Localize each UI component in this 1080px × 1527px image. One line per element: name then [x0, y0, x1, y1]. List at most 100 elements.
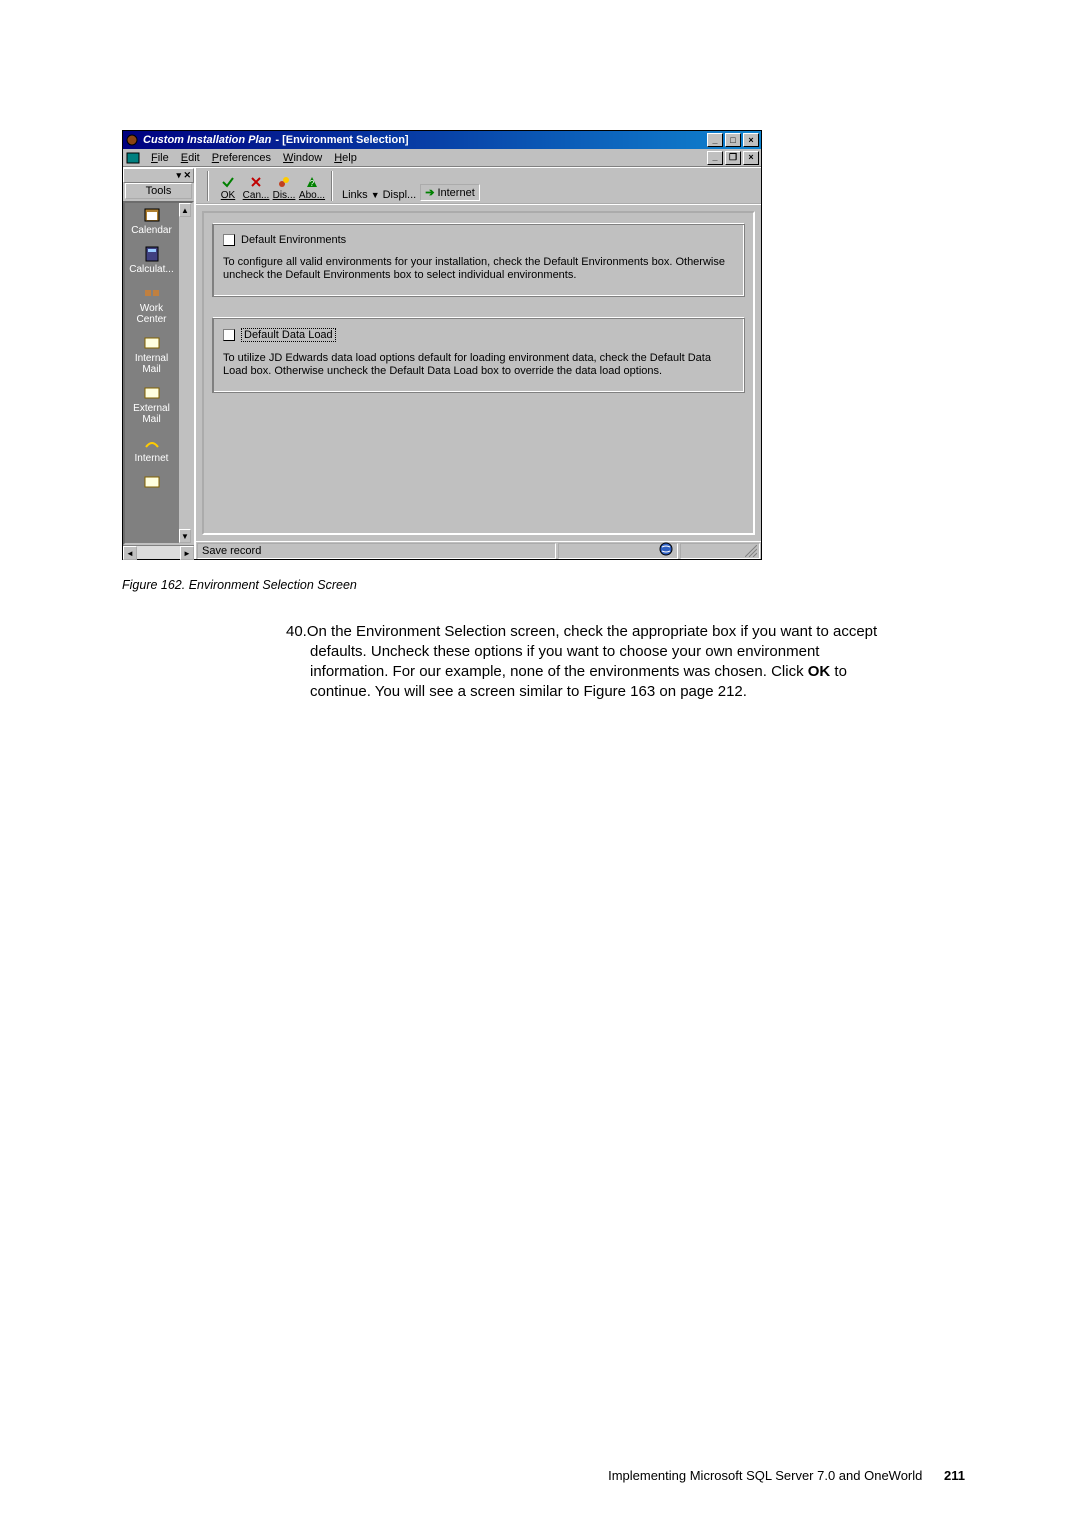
- checkbox-env-label: Default Environments: [241, 234, 346, 246]
- svg-text:?: ?: [310, 179, 315, 188]
- display-icon: [270, 174, 298, 190]
- mdi-close[interactable]: ×: [743, 151, 759, 165]
- about-button[interactable]: ? Abo...: [298, 174, 326, 201]
- app-icon: [125, 133, 139, 147]
- links-label: Links: [342, 189, 368, 201]
- tools-tab[interactable]: Tools: [125, 183, 192, 199]
- sidebar-item-calculator[interactable]: Calculat...: [125, 242, 178, 281]
- calendar-icon: [142, 206, 162, 224]
- group-default-environments: Default Environments To configure all va…: [212, 223, 745, 297]
- app-window: Custom Installation Plan - [Environment …: [122, 130, 762, 560]
- footer-text: Implementing Microsoft SQL Server 7.0 an…: [608, 1468, 922, 1483]
- close-button[interactable]: ×: [743, 133, 759, 147]
- status-cell-2: [558, 543, 678, 559]
- internet-btn-label: Internet: [437, 187, 474, 199]
- work-label1: Work: [125, 303, 178, 314]
- checkbox-icon: [223, 234, 235, 246]
- maximize-button[interactable]: □: [725, 133, 741, 147]
- internet-arrow-icon: ➔: [425, 186, 434, 199]
- doc-icon: [125, 151, 141, 165]
- sidebar-item-external-mail[interactable]: External Mail: [125, 381, 178, 431]
- size-grip[interactable]: [680, 543, 760, 559]
- client-area: ▾ ✕ Tools Calendar Calculat...: [123, 167, 761, 559]
- calculator-icon: [142, 245, 162, 263]
- menu-file[interactable]: FFileile: [145, 152, 175, 164]
- scroll-down-icon[interactable]: ▼: [179, 529, 191, 543]
- grip-icon: [745, 545, 757, 557]
- sidebar-item-calendar[interactable]: Calendar: [125, 203, 178, 242]
- minimize-button[interactable]: _: [707, 133, 723, 147]
- sidebar: ▾ ✕ Tools Calendar Calculat...: [123, 168, 196, 559]
- about-label: Abo...: [298, 190, 326, 201]
- data-description: To utilize JD Edwards data load options …: [223, 352, 734, 378]
- step-number: 40.: [286, 623, 307, 640]
- work-label2: Center: [125, 314, 178, 325]
- cancel-button[interactable]: Can...: [242, 174, 270, 201]
- imail-label1: Internal: [125, 353, 178, 364]
- sidebar-item-internet[interactable]: Internet: [125, 431, 178, 470]
- hscroll-left-icon[interactable]: ◄: [123, 546, 137, 560]
- ok-label: OK: [214, 190, 242, 201]
- sidebar-item-internal-mail[interactable]: Internal Mail: [125, 331, 178, 381]
- page-number: 211: [944, 1468, 965, 1483]
- figure-caption: Figure 162. Environment Selection Screen: [122, 578, 762, 592]
- scroll-up-icon[interactable]: ▲: [179, 203, 191, 217]
- imail-label2: Mail: [125, 364, 178, 375]
- status-text: Save record: [197, 543, 556, 559]
- menu-window[interactable]: WindowWindow: [277, 152, 328, 164]
- figure-wrap: Custom Installation Plan - [Environment …: [122, 130, 762, 592]
- tools-header: ▾ ✕: [123, 168, 194, 183]
- checkbox-default-data-load[interactable]: Default Data Load: [223, 328, 734, 342]
- checkbox-default-environments[interactable]: Default Environments: [223, 234, 734, 246]
- sidebar-item-workcenter[interactable]: Work Center: [125, 281, 178, 331]
- chevron-down-icon: ▼: [371, 190, 380, 200]
- emaill-label1: External: [125, 403, 178, 414]
- workcenter-icon: [142, 284, 162, 302]
- mdi-restore[interactable]: ❐: [725, 151, 741, 165]
- ok-icon: [214, 174, 242, 190]
- internet-sidebar-icon: [142, 434, 162, 452]
- statusbar: Save record: [196, 541, 761, 559]
- body-paragraph: 40.On the Environment Selection screen, …: [286, 622, 891, 702]
- menu-preferences[interactable]: PreferencesPreferences: [206, 152, 277, 164]
- sidebar-scrollbar[interactable]: ▲ ▼: [178, 203, 192, 543]
- links-button[interactable]: Links ▼ Displ...: [342, 189, 416, 201]
- cancel-icon: [242, 174, 270, 190]
- internet-label: Internet: [125, 453, 178, 464]
- checkbox-data-label: Default Data Load: [241, 328, 336, 342]
- internet-button[interactable]: ➔ Internet: [420, 184, 480, 201]
- body-bold: OK: [808, 663, 831, 680]
- display-button[interactable]: Dis...: [270, 174, 298, 201]
- content-pane: Default Environments To configure all va…: [202, 211, 755, 535]
- toolbar: OK Can... Dis... ? Abo...: [196, 168, 761, 205]
- env-description: To configure all valid environments for …: [223, 256, 734, 282]
- displ-label: Displ...: [383, 189, 417, 201]
- title-italic: Custom Installation Plan: [143, 134, 271, 146]
- cancel-label: Can...: [242, 190, 270, 201]
- emaill-label2: Mail: [125, 414, 178, 425]
- sidebar-item-extra[interactable]: [125, 470, 178, 498]
- sidebar-hscroll[interactable]: ◄ ►: [123, 545, 194, 559]
- display-label: Dis...: [270, 190, 298, 201]
- mdi-buttons: _ ❐ ×: [707, 151, 759, 165]
- body-before: On the Environment Selection screen, che…: [307, 623, 877, 680]
- globe-icon: [659, 542, 673, 559]
- tools-header-btns[interactable]: ▾ ✕: [176, 170, 191, 181]
- calculator-label: Calculat...: [125, 264, 178, 275]
- checkbox-icon: [223, 329, 235, 341]
- tool-list: Calendar Calculat... Work Center: [123, 201, 194, 545]
- footer: Implementing Microsoft SQL Server 7.0 an…: [608, 1468, 965, 1483]
- mdi-minimize[interactable]: _: [707, 151, 723, 165]
- menu-edit[interactable]: EditEdit: [175, 152, 206, 164]
- hscroll-right-icon[interactable]: ►: [180, 546, 194, 560]
- menu-help[interactable]: HelpHelp: [328, 152, 363, 164]
- calendar-label: Calendar: [125, 225, 178, 236]
- menubar: FFileile EditEdit PreferencesPreferences…: [123, 149, 761, 167]
- about-icon: ?: [298, 174, 326, 190]
- page: Custom Installation Plan - [Environment …: [0, 130, 1080, 1527]
- external-mail-icon: [142, 384, 162, 402]
- titlebar-buttons: _ □ ×: [707, 133, 759, 147]
- group-default-data-load: Default Data Load To utilize JD Edwards …: [212, 317, 745, 393]
- internal-mail-icon: [142, 334, 162, 352]
- ok-button[interactable]: OK: [214, 174, 242, 201]
